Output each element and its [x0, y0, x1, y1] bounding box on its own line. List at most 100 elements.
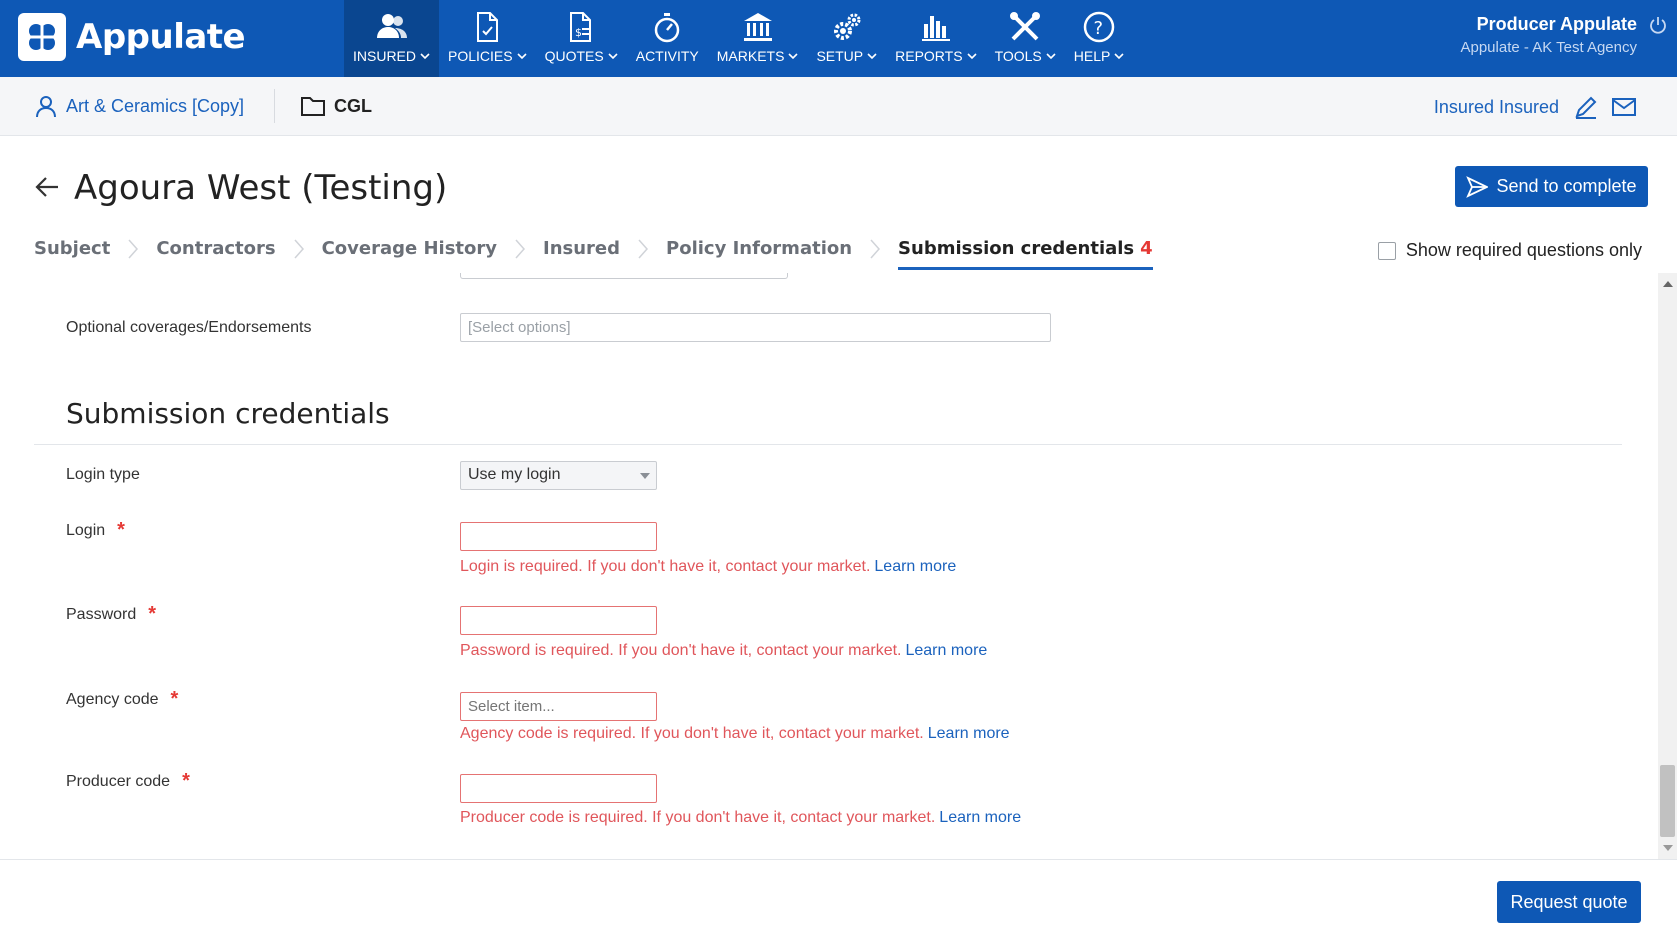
nav-label: SETUP [816, 48, 864, 64]
agency-code-error: Agency code is required. If you don't ha… [460, 725, 1010, 743]
user-agency: Appulate - AK Test Agency [1460, 39, 1637, 56]
label-text: Agency code [66, 690, 159, 708]
clover-logo-icon [18, 13, 66, 61]
insured-link[interactable]: Insured Insured [1434, 97, 1559, 118]
nav-label: ACTIVITY [635, 48, 699, 64]
login-input[interactable] [460, 522, 657, 551]
power-icon[interactable] [1649, 16, 1667, 34]
password-input[interactable] [460, 606, 657, 635]
lob-name: CGL [334, 95, 372, 116]
nav-tools[interactable]: TOOLS [986, 0, 1065, 77]
chevron-down-icon [867, 53, 877, 60]
label-text: Login [66, 521, 106, 539]
client-link[interactable]: Art & Ceramics [Copy] [34, 94, 244, 118]
error-text: Agency code is required. If you don't ha… [460, 725, 924, 742]
label-text: Producer code [66, 772, 171, 790]
producer-code-input[interactable] [460, 774, 657, 803]
step-policy-information[interactable]: Policy Information [666, 238, 852, 267]
gears-icon [833, 13, 861, 40]
nav-policies[interactable]: POLICIES [439, 0, 536, 77]
nav-reports[interactable]: REPORTS [886, 0, 985, 77]
pencil-icon[interactable] [1573, 94, 1599, 120]
nav-setup[interactable]: SETUP [807, 0, 886, 77]
chevron-right-icon [294, 239, 304, 259]
required-asterisk: * [117, 519, 125, 541]
chevron-right-icon [638, 239, 649, 259]
caret-down-icon [640, 473, 650, 479]
nav-label: HELP [1073, 48, 1111, 64]
required-only-checkbox[interactable] [1377, 241, 1396, 260]
user-name: Producer Appulate [1476, 14, 1637, 34]
send-to-complete-button[interactable]: Send to complete [1455, 166, 1648, 207]
required-only-label: Show required questions only [1405, 240, 1642, 260]
nav-activity[interactable]: ACTIVITY [627, 0, 708, 77]
divider [274, 89, 275, 123]
scroll-thumb[interactable] [1660, 765, 1675, 837]
mail-icon[interactable] [1611, 95, 1637, 119]
label-text: Login type [66, 466, 140, 483]
page-title: Agoura West (Testing) [74, 168, 448, 208]
nav-label: POLICIES [448, 48, 513, 64]
chevron-right-icon [128, 239, 139, 259]
user-menu[interactable]: Producer Appulate Appulate - AK Test Age… [1460, 14, 1637, 56]
footer-bar: Request quote [0, 859, 1677, 938]
nav-help[interactable]: ? HELP [1065, 0, 1134, 77]
learn-more-link[interactable]: Learn more [874, 558, 956, 575]
login-type-label: Login type [66, 466, 140, 484]
scroll-up-arrow-icon[interactable] [1663, 281, 1673, 287]
login-type-value: Use my login [468, 466, 561, 483]
folder-icon [301, 97, 325, 116]
optional-coverages-label: Optional coverages/Endorsements [66, 319, 311, 337]
app-logo[interactable]: Appulate [18, 13, 246, 61]
step-submission-credentials[interactable]: Submission credentials 4 [898, 238, 1153, 270]
step-contractors[interactable]: Contractors [156, 238, 275, 267]
chevron-down-icon [517, 53, 527, 60]
nav-quotes[interactable]: $ QUOTES [536, 0, 627, 77]
policies-icon [477, 12, 499, 42]
learn-more-link[interactable]: Learn more [939, 809, 1021, 826]
nav-markets[interactable]: MARKETS [708, 0, 808, 77]
line-of-business: CGL [300, 94, 372, 118]
main-nav: INSURED POLICIES $ QUOTES ACTIVITY MARKE… [344, 0, 1133, 77]
top-navigation-bar: Appulate INSURED POLICIES $ QUOTES ACTIV… [0, 0, 1677, 77]
nav-insured[interactable]: INSURED [344, 0, 440, 77]
tools-icon [1010, 12, 1041, 41]
app-name: Appulate [76, 17, 246, 57]
login-label: Login * [66, 519, 125, 542]
chevron-down-icon [1046, 53, 1056, 60]
quotes-icon: $ [570, 12, 592, 42]
step-subject[interactable]: Subject [34, 238, 110, 267]
context-bar: Art & Ceramics [Copy] CGL Insured Insure… [0, 77, 1677, 136]
optional-coverages-select[interactable]: [Select options] [460, 313, 1051, 342]
label-text: Optional coverages/Endorsements [66, 319, 312, 336]
learn-more-link[interactable]: Learn more [928, 725, 1010, 742]
agency-code-label: Agency code * [66, 688, 178, 711]
error-text: Login is required. If you don't have it,… [460, 558, 871, 575]
request-quote-button[interactable]: Request quote [1497, 881, 1641, 923]
step-label: Submission credentials [898, 238, 1135, 259]
vertical-scrollbar[interactable] [1658, 273, 1677, 859]
stopwatch-icon [654, 13, 680, 43]
login-type-dropdown[interactable]: Use my login [460, 461, 657, 490]
error-text: Producer code is required. If you don't … [460, 809, 936, 826]
svg-text:?: ? [1094, 18, 1104, 39]
login-error: Login is required. If you don't have it,… [460, 558, 956, 576]
chevron-down-icon [966, 53, 977, 60]
send-icon [1466, 175, 1489, 198]
required-questions-toggle[interactable]: Show required questions only [1377, 240, 1642, 261]
agency-code-select[interactable] [460, 692, 657, 721]
password-label: Password * [66, 603, 156, 626]
required-asterisk: * [170, 688, 179, 710]
scroll-down-arrow-icon[interactable] [1663, 845, 1673, 851]
step-coverage-history[interactable]: Coverage History [322, 238, 497, 267]
bar-chart-icon [921, 16, 950, 41]
send-button-label: Send to complete [1496, 176, 1637, 196]
svg-text:$: $ [575, 26, 582, 39]
label-text: Password [66, 605, 137, 623]
learn-more-link[interactable]: Learn more [905, 642, 987, 659]
client-name: Art & Ceramics [Copy] [66, 95, 245, 116]
chevron-right-icon [515, 239, 526, 259]
step-insured[interactable]: Insured [543, 238, 620, 267]
nav-label: TOOLS [994, 48, 1042, 64]
back-arrow-icon[interactable] [34, 174, 60, 200]
